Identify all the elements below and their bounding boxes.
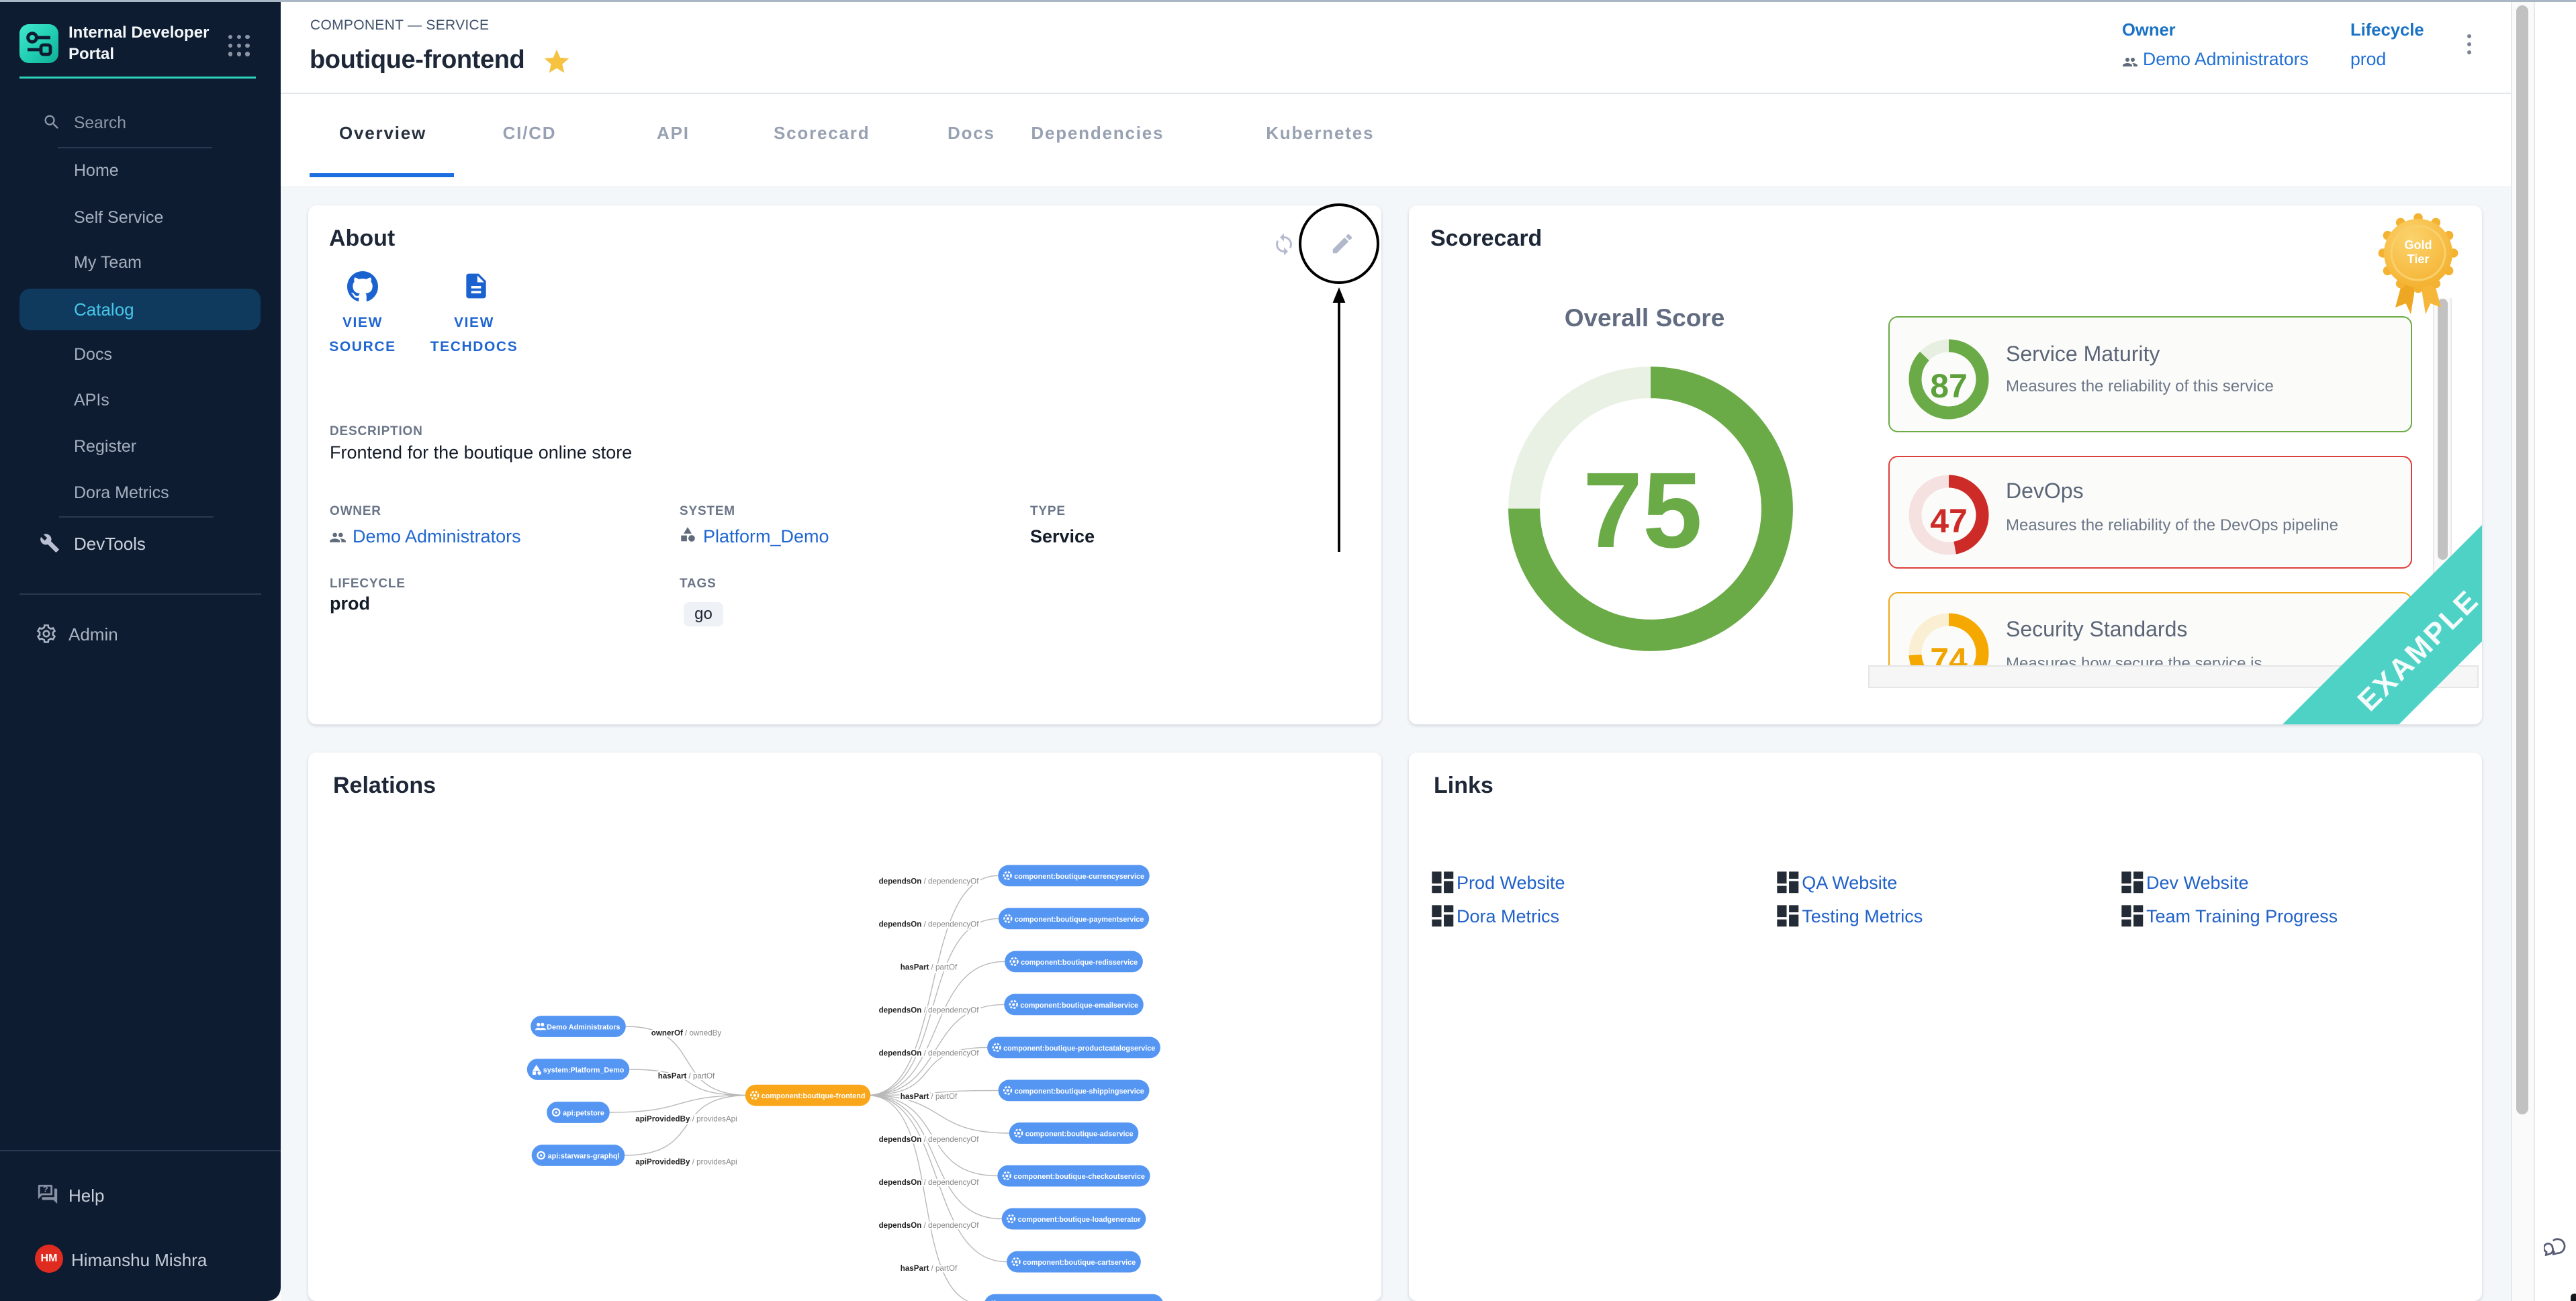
svg-text:dependsOn / dependencyOf: dependsOn / dependencyOf (879, 1221, 980, 1230)
svg-text:Gold: Gold (2405, 238, 2432, 252)
svg-text:api:petstore: api:petstore (563, 1109, 604, 1117)
svg-text:system:Platform_Demo: system:Platform_Demo (543, 1066, 625, 1074)
svg-text:component:boutique-cartservice: component:boutique-cartservice (1023, 1259, 1136, 1267)
svg-text:component:boutique-productcata: component:boutique-productcatalogservice (1003, 1045, 1155, 1053)
svg-text:hasPart / partOf: hasPart / partOf (901, 1092, 958, 1101)
svg-text:dependsOn / dependencyOf: dependsOn / dependencyOf (879, 1006, 980, 1015)
svg-text:apiProvidedBy / providesApi: apiProvidedBy / providesApi (635, 1157, 737, 1166)
svg-text:dependsOn / dependencyOf: dependsOn / dependencyOf (879, 1135, 980, 1144)
svg-text:ownerOf / ownedBy: ownerOf / ownedBy (651, 1028, 722, 1037)
svg-text:component:boutique-frontend: component:boutique-frontend (762, 1092, 866, 1100)
svg-text:component:boutique-loadgenerat: component:boutique-loadgenerator (1018, 1216, 1142, 1224)
svg-text:dependsOn / dependencyOf: dependsOn / dependencyOf (879, 1049, 980, 1058)
svg-text:component:boutique-paymentserv: component:boutique-paymentservice (1015, 916, 1144, 924)
svg-text:component:boutique-shippingser: component:boutique-shippingservice (1015, 1088, 1144, 1096)
svg-text:api:starwars-graphql: api:starwars-graphql (548, 1152, 620, 1160)
svg-text:Demo Administrators: Demo Administrators (547, 1023, 620, 1031)
svg-text:apiProvidedBy / providesApi: apiProvidedBy / providesApi (635, 1114, 737, 1123)
svg-text:component:boutique-redisservic: component:boutique-redisservice (1021, 959, 1138, 967)
svg-text:component:boutique-adservice: component:boutique-adservice (1025, 1130, 1134, 1138)
svg-text:Tier: Tier (2407, 252, 2430, 266)
svg-text:dependsOn / dependencyOf: dependsOn / dependencyOf (879, 877, 980, 886)
svg-text:dependsOn / dependencyOf: dependsOn / dependencyOf (879, 1178, 980, 1187)
svg-text:component:boutique-currencyser: component:boutique-currencyservice (1014, 873, 1144, 881)
svg-text:hasPart / partOf: hasPart / partOf (901, 1264, 958, 1273)
svg-text:dependsOn / dependencyOf: dependsOn / dependencyOf (879, 920, 980, 929)
svg-text:hasPart / partOf: hasPart / partOf (658, 1071, 715, 1080)
svg-text:component:boutique-checkoutser: component:boutique-checkoutservice (1013, 1173, 1145, 1181)
svg-text:component:boutique-emailservic: component:boutique-emailservice (1020, 1002, 1138, 1010)
svg-text:?: ? (43, 1184, 48, 1194)
svg-text:hasPart / partOf: hasPart / partOf (901, 963, 958, 972)
